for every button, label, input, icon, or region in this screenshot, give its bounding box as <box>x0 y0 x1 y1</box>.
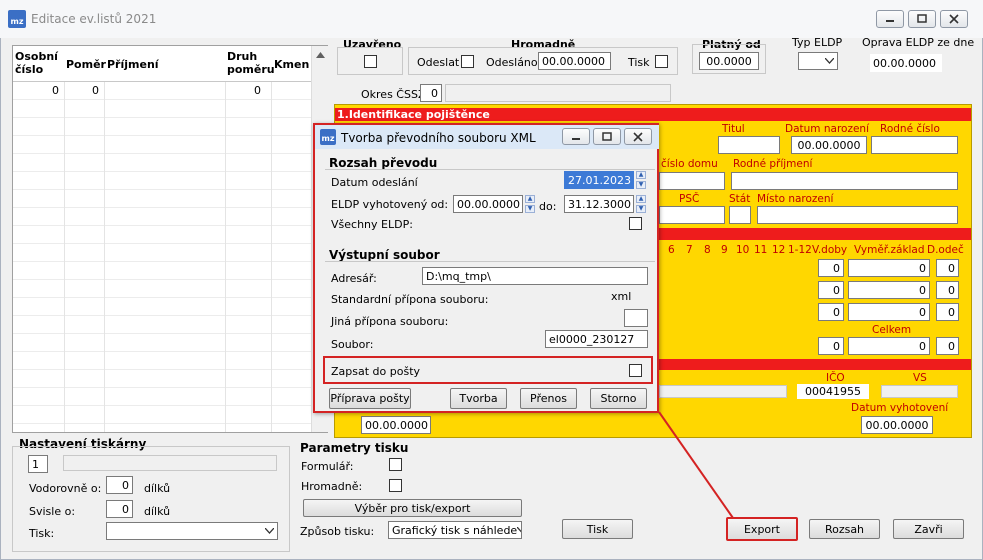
annotation-arrow <box>658 411 734 519</box>
